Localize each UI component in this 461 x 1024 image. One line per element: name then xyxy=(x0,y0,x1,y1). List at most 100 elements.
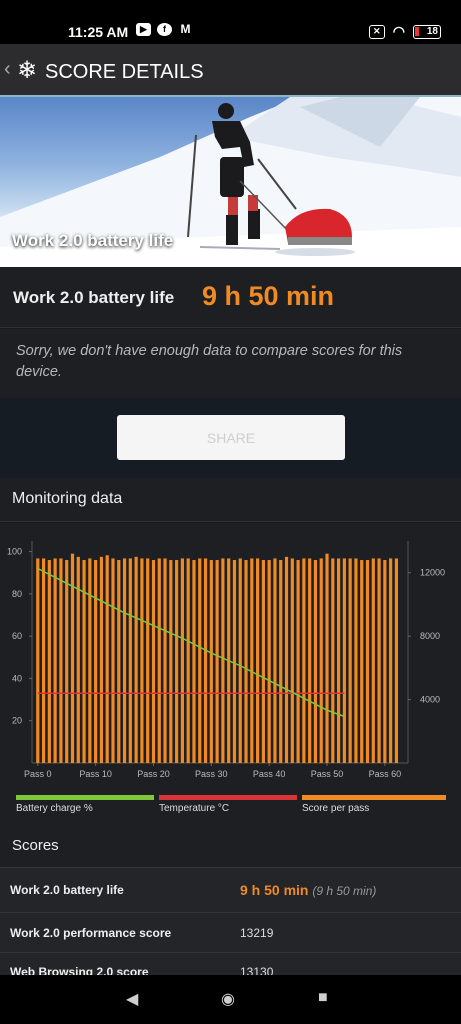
score-bar xyxy=(140,558,144,763)
result-label: Work 2.0 battery life xyxy=(13,288,175,307)
score-bar xyxy=(267,560,271,763)
score-value: 9 h 50 min (9 h 50 min) xyxy=(240,882,376,898)
score-bar xyxy=(383,560,387,763)
score-bar xyxy=(250,558,254,763)
score-bar xyxy=(36,558,40,763)
monitoring-chart: 100 80 60 40 20 12000 8000 4000 Pass 0 Pass 10 Pas… xyxy=(0,523,461,825)
snowflake-logo-icon[interactable]: ❄ xyxy=(14,58,40,84)
score-bar xyxy=(302,558,306,763)
x-tick-label: Pass 30 xyxy=(195,769,228,779)
score-bar xyxy=(76,556,80,763)
y-left-tick-label: 40 xyxy=(12,673,22,683)
score-value: 13219 xyxy=(240,926,274,940)
score-bar xyxy=(111,558,115,763)
legend-battery: Battery charge % xyxy=(16,795,154,814)
score-bar xyxy=(313,560,318,763)
monitoring-header: Monitoring data xyxy=(0,478,461,522)
hero-caption: Work 2.0 battery life xyxy=(12,231,174,250)
score-bar xyxy=(203,558,208,763)
legend-score: Score per pass xyxy=(302,795,446,814)
score-bar xyxy=(279,560,283,763)
score-bar xyxy=(146,558,150,763)
monitoring-chart-svg: 100 80 60 40 20 12000 8000 4000 Pass 0 Pass 10 Pas… xyxy=(7,541,445,779)
hero-version: 2.0 xyxy=(194,237,207,247)
back-arrow-icon[interactable]: ‹ xyxy=(4,58,11,81)
gmail-icon: M xyxy=(180,22,191,36)
score-row[interactable]: Work 2.0 performance score 13219 xyxy=(0,912,461,952)
result-row: Work 2.0 battery life 9 h 50 min xyxy=(0,267,461,328)
x-tick-label: Pass 10 xyxy=(79,769,112,779)
score-bar xyxy=(209,560,213,763)
y-left-tick-label: 60 xyxy=(12,631,22,641)
score-bar xyxy=(296,560,300,763)
score-bar xyxy=(186,558,190,763)
score-bar xyxy=(261,560,265,763)
score-bar xyxy=(232,560,237,763)
share-button[interactable]: SHARE xyxy=(117,415,345,460)
score-bar xyxy=(47,560,51,763)
x-tick-label: Pass 0 xyxy=(24,769,52,779)
legend-battery-label: Battery charge % xyxy=(16,803,93,814)
score-bar xyxy=(256,558,260,763)
score-bar xyxy=(336,558,341,763)
result-value: 9 h 50 min xyxy=(202,281,335,311)
score-bar xyxy=(244,560,248,763)
legend-temperature-swatch xyxy=(159,795,297,800)
score-bar xyxy=(342,558,346,763)
y-left-tick-label: 80 xyxy=(12,589,22,599)
score-bar xyxy=(180,558,184,763)
hero-banner: Work 2.0 battery life 2.0 xyxy=(0,97,461,267)
score-bar xyxy=(157,558,161,763)
score-row[interactable]: Work 2.0 battery life 9 h 50 min (9 h 50… xyxy=(0,867,461,912)
page-title: SCORE DETAILS xyxy=(45,61,204,83)
y-left-tick-label: 20 xyxy=(12,716,22,726)
share-area: SHARE xyxy=(0,398,461,478)
y-right-tick-label: 12000 xyxy=(420,568,445,578)
battery-level: 18 xyxy=(426,25,438,37)
legend-score-swatch xyxy=(302,795,446,800)
score-bar xyxy=(319,558,323,763)
score-bar xyxy=(151,560,156,763)
score-bar xyxy=(59,558,63,763)
comparison-note-text: Sorry, we don't have enough data to comp… xyxy=(16,343,403,380)
score-bar xyxy=(169,560,173,763)
facebook-icon: f xyxy=(157,23,172,36)
score-bar xyxy=(284,556,289,763)
x-tick-label: Pass 20 xyxy=(137,769,170,779)
score-name: Work 2.0 performance score xyxy=(10,926,172,940)
status-bar: 11:25 AM ▶ f M ✕ ◠ 18 xyxy=(0,0,461,44)
x-tick-label: Pass 40 xyxy=(253,769,286,779)
score-value-main: 9 h 50 min xyxy=(240,882,309,898)
score-bar xyxy=(117,560,121,763)
notification-icons: ▶ f M xyxy=(136,23,193,36)
score-bar xyxy=(389,558,393,763)
score-bar xyxy=(290,558,294,763)
score-bar xyxy=(377,558,381,763)
score-bar xyxy=(360,560,364,763)
system-nav-bar: ◀ ◉ ■ xyxy=(0,975,461,1024)
scores-header: Scores xyxy=(0,825,461,867)
nav-home-icon[interactable]: ◉ xyxy=(221,989,235,1009)
score-bar xyxy=(308,558,312,763)
x-tick-label: Pass 60 xyxy=(369,769,402,779)
score-bar xyxy=(325,553,329,763)
score-bar xyxy=(41,558,46,763)
comparison-note: Sorry, we don't have enough data to comp… xyxy=(0,329,461,398)
monitoring-title: Monitoring data xyxy=(12,490,123,507)
score-bar xyxy=(238,558,242,763)
score-bar xyxy=(221,558,225,763)
nav-recents-icon[interactable]: ■ xyxy=(318,989,328,1007)
y-right-tick-label: 4000 xyxy=(420,695,440,705)
legend-temperature: Temperature °C xyxy=(159,795,297,814)
youtube-icon: ▶ xyxy=(136,23,151,36)
score-bar xyxy=(122,558,127,763)
score-bar xyxy=(134,556,138,763)
score-bar xyxy=(215,560,219,763)
battery-icon: 18 xyxy=(413,24,441,39)
nav-back-icon[interactable]: ◀ xyxy=(126,989,138,1009)
score-bar xyxy=(192,560,196,763)
scores-title: Scores xyxy=(12,837,59,854)
score-bar xyxy=(65,560,69,763)
score-bar xyxy=(82,560,86,763)
score-bar xyxy=(365,560,370,763)
